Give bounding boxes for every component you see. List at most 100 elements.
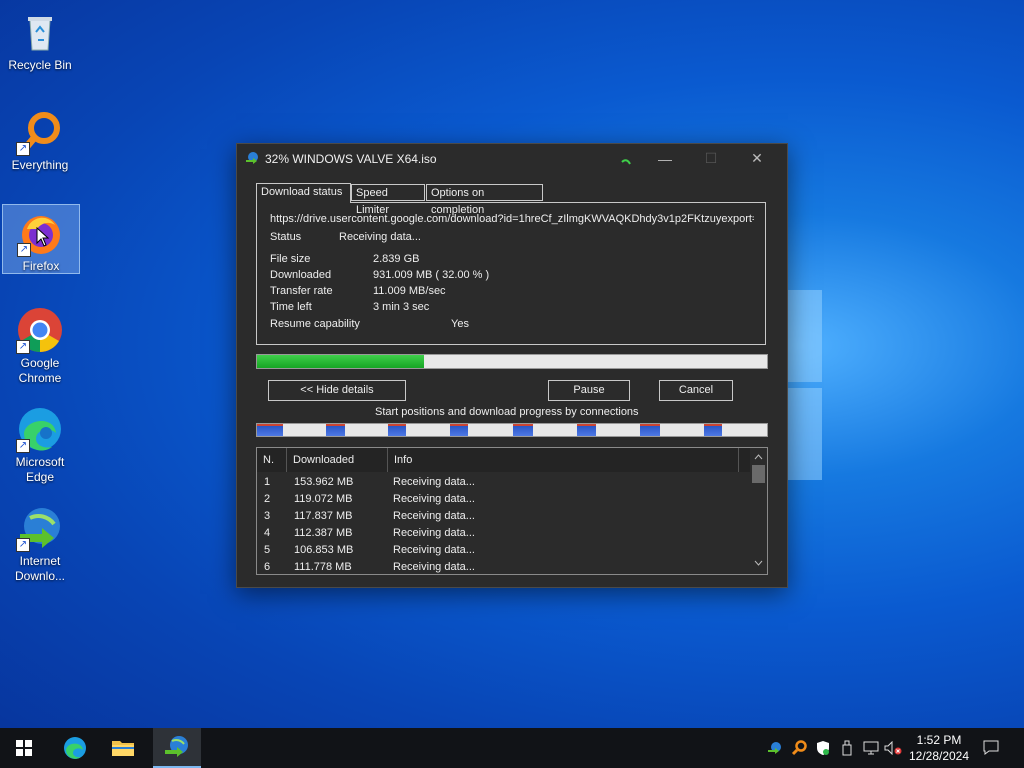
row-number: 6 (264, 561, 271, 573)
table-row[interactable]: 6 111.778 MB Receiving data... (257, 559, 749, 574)
tab-speed-limiter[interactable]: Speed Limiter (351, 184, 425, 216)
idm-icon: ↗ (16, 504, 64, 552)
row-number: 1 (264, 476, 271, 488)
desktop-icon-label: Chrome (18, 371, 62, 385)
column-header-downloaded[interactable]: Downloaded (287, 448, 388, 472)
row-info: Receiving data... (393, 493, 475, 505)
connections-caption: Start positions and download progress by… (375, 406, 639, 418)
time-left-label: Time left (270, 301, 312, 313)
transfer-rate-label: Transfer rate (270, 285, 333, 297)
window-titlebar[interactable]: 32% WINDOWS VALVE X64.iso — ☐ ✕ (237, 144, 787, 173)
progress-fill (257, 355, 425, 368)
windows-icon (16, 740, 32, 756)
connection-segment (577, 424, 596, 436)
desktop-icon-label: Everything (11, 158, 69, 172)
wallpaper-logo-pane (786, 388, 822, 480)
tray-idm-icon[interactable] (766, 738, 784, 758)
scrollbar-thumb[interactable] (752, 465, 765, 483)
downloaded-label: Downloaded (270, 269, 332, 281)
table-row[interactable]: 3 117.837 MB Receiving data... (257, 508, 749, 525)
clock-time: 1:52 PM (916, 733, 962, 747)
download-status-panel: https://drive.usercontent.google.com/dow… (256, 202, 766, 345)
recycle-bin-icon (16, 8, 64, 56)
wallpaper-logo-pane (786, 290, 822, 382)
row-downloaded: 112.387 MB (294, 527, 353, 539)
tab-options-on-completion[interactable]: Options on completion (426, 184, 543, 216)
tray-usb-icon[interactable] (838, 738, 856, 758)
notifications-button[interactable] (982, 737, 1000, 757)
desktop-icon-label: Microsoft (15, 455, 65, 469)
tray-everything-icon[interactable] (790, 738, 808, 758)
tray-volume-muted-icon[interactable] (884, 738, 902, 758)
download-url[interactable]: https://drive.usercontent.google.com/dow… (270, 213, 754, 225)
desktop-icon-everything[interactable]: ↗ Everything (2, 104, 78, 176)
connections-table: N. Downloaded Info 1 153.962 MB Receiving … (256, 447, 768, 575)
chrome-icon: ↗ (16, 306, 64, 354)
table-row[interactable]: 4 112.387 MB Receiving data... (257, 525, 749, 542)
row-info: Receiving data... (393, 561, 475, 573)
status-label: Status (270, 231, 302, 243)
tray-security-icon[interactable] (814, 738, 832, 758)
notification-icon (983, 740, 999, 755)
row-number: 4 (264, 527, 271, 539)
downloaded-value: 931.009 MB ( 32.00 % ) (373, 269, 490, 281)
table-header: N. Downloaded Info (257, 448, 767, 472)
desktop-icon-label: Google (20, 356, 60, 370)
minimize-button[interactable]: — (642, 144, 688, 173)
table-row[interactable]: 1 153.962 MB Receiving data... (257, 474, 749, 491)
close-button[interactable]: ✕ (734, 144, 780, 173)
taskbar-edge[interactable] (51, 728, 99, 768)
table-row[interactable]: 2 119.072 MB Receiving data... (257, 491, 749, 508)
idm-status-icon (621, 159, 631, 165)
connection-segment (326, 424, 345, 436)
maximize-button[interactable]: ☐ (688, 144, 734, 173)
resume-capability-label: Resume capability (270, 318, 360, 330)
table-vertical-scrollbar[interactable] (750, 448, 767, 574)
table-row[interactable]: 5 106.853 MB Receiving data... (257, 542, 749, 559)
download-progress-bar (256, 354, 768, 369)
taskbar-clock[interactable]: 1:52 PM 12/28/2024 (902, 732, 976, 764)
start-button[interactable] (0, 728, 48, 768)
pause-button[interactable]: Pause (548, 380, 630, 401)
folder-icon (112, 741, 134, 756)
everything-icon: ↗ (16, 108, 64, 156)
shortcut-arrow-icon: ↗ (16, 142, 30, 156)
tray-network-icon[interactable] (862, 738, 880, 758)
row-downloaded: 153.962 MB (294, 476, 354, 488)
hide-details-button[interactable]: << Hide details (268, 380, 406, 401)
connections-progress-bar (256, 423, 768, 437)
edge-icon: ↗ (16, 405, 64, 453)
desktop-icon-recycle-bin[interactable]: Recycle Bin (2, 4, 78, 76)
mouse-cursor-icon (36, 227, 50, 247)
scroll-up-icon[interactable] (754, 454, 763, 460)
desktop-icon-label: Internet (19, 554, 61, 568)
window-title: 32% WINDOWS VALVE X64.iso (265, 151, 437, 166)
taskbar-internet-download-manager[interactable] (153, 728, 201, 768)
cancel-button[interactable]: Cancel (659, 380, 733, 401)
desktop-icon-label: Firefox (22, 259, 60, 273)
column-header-n[interactable]: N. (257, 448, 287, 472)
row-downloaded: 111.778 MB (294, 561, 352, 573)
status-value: Receiving data... (339, 231, 421, 243)
row-number: 2 (264, 493, 271, 505)
time-left-value: 3 min 3 sec (373, 301, 430, 313)
scroll-down-icon[interactable] (754, 560, 763, 566)
clock-date: 12/28/2024 (908, 749, 970, 763)
edge-icon (64, 737, 86, 759)
tab-download-status[interactable]: Download status (256, 183, 351, 203)
desktop-icon-internet-download-manager[interactable]: ↗ Internet Downlo... (2, 500, 78, 586)
column-header-info[interactable]: Info (388, 448, 739, 472)
desktop-icon-microsoft-edge[interactable]: ↗ Microsoft Edge (2, 401, 78, 487)
file-size-value: 2.839 GB (373, 253, 420, 265)
desktop-icon-label: Recycle Bin (8, 58, 72, 72)
row-info: Receiving data... (393, 476, 475, 488)
row-info: Receiving data... (393, 544, 475, 556)
shortcut-arrow-icon: ↗ (16, 340, 30, 354)
desktop-icon-label: Edge (25, 470, 55, 484)
desktop-icon-google-chrome[interactable]: ↗ Google Chrome (2, 302, 78, 388)
taskbar-file-explorer[interactable] (99, 728, 147, 768)
shortcut-arrow-icon: ↗ (16, 538, 30, 552)
connection-segment (388, 424, 406, 436)
row-info: Receiving data... (393, 510, 475, 522)
shortcut-arrow-icon: ↗ (17, 243, 31, 257)
